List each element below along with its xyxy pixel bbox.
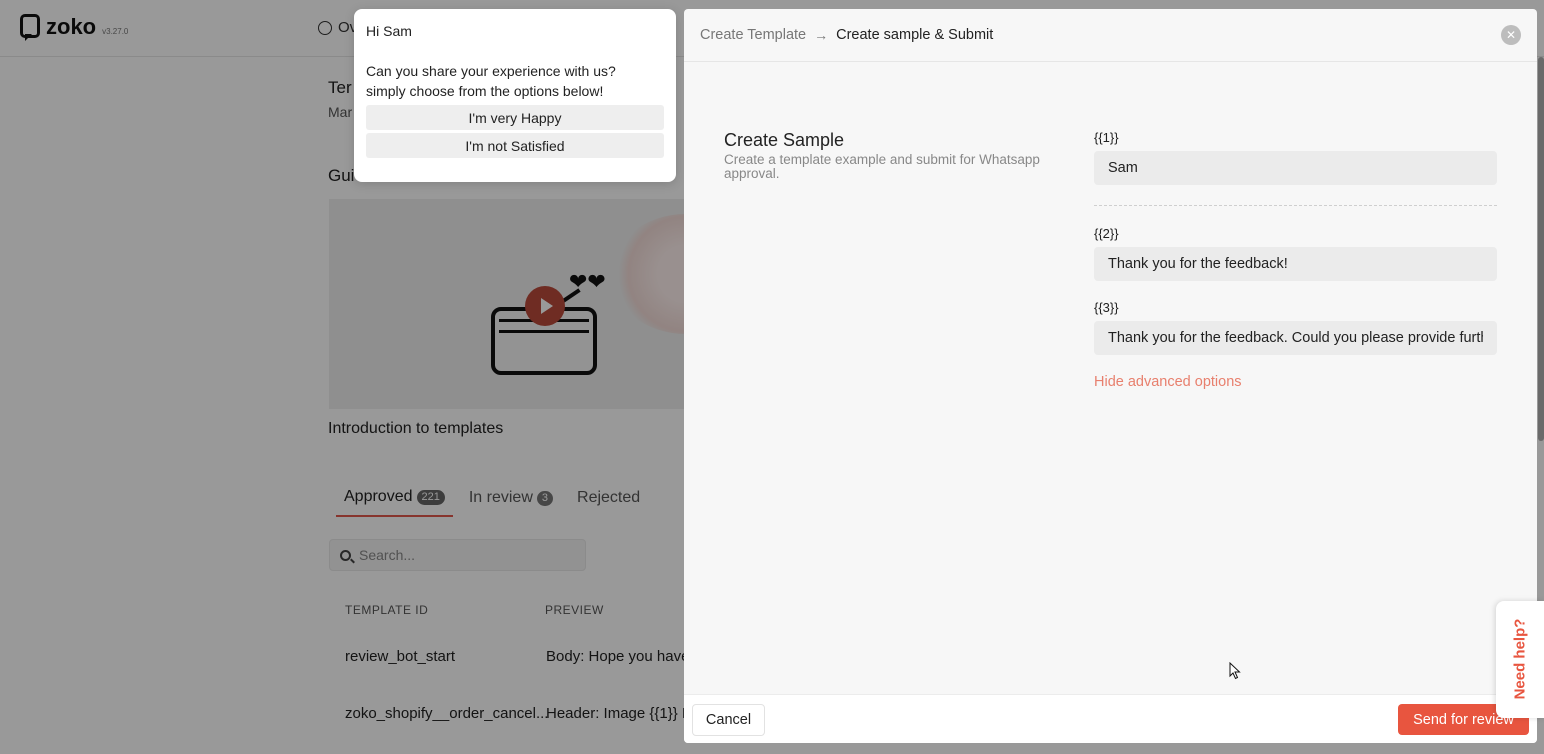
arrow-right-icon: →	[814, 27, 829, 43]
scrollbar[interactable]	[1538, 57, 1544, 441]
option-not-satisfied-button[interactable]: I'm not Satisfied	[366, 133, 664, 158]
feedback-popup: Hi Sam Can you share your experience wit…	[354, 9, 676, 182]
section-title: Create Sample	[724, 130, 845, 150]
breadcrumb-step-create-template[interactable]: Create Template	[700, 27, 806, 43]
cancel-button[interactable]: Cancel	[692, 704, 765, 736]
popup-greeting: Hi Sam	[366, 23, 412, 39]
option-very-happy-button[interactable]: I'm very Happy	[366, 105, 664, 130]
hide-advanced-options-link[interactable]: Hide advanced options	[1094, 374, 1242, 390]
variable-input-2[interactable]	[1094, 247, 1497, 281]
variable-label-2: {{2}}	[1094, 226, 1119, 241]
need-help-label: Need help?	[1511, 618, 1529, 700]
popup-message-line: simply choose from the options below!	[366, 83, 604, 99]
breadcrumb-step-current: Create sample & Submit	[836, 27, 994, 43]
variable-input-3[interactable]	[1094, 321, 1497, 355]
popup-message-line: Can you share your experience with us?	[366, 63, 616, 79]
need-help-tab[interactable]: Need help?	[1496, 601, 1544, 718]
popup-message: Can you share your experience with us? s…	[366, 61, 664, 101]
divider	[1094, 205, 1497, 206]
create-sample-drawer: Create Template → Create sample & Submit…	[684, 9, 1537, 743]
close-icon[interactable]: ✕	[1501, 25, 1521, 45]
section-description: Create a template example and submit for…	[724, 152, 1040, 181]
variable-label-1: {{1}}	[1094, 130, 1119, 145]
drawer-footer: Cancel Send for review	[684, 694, 1537, 743]
breadcrumb: Create Template → Create sample & Submit…	[684, 9, 1537, 62]
variable-label-3: {{3}}	[1094, 300, 1119, 315]
variable-input-1[interactable]	[1094, 151, 1497, 185]
